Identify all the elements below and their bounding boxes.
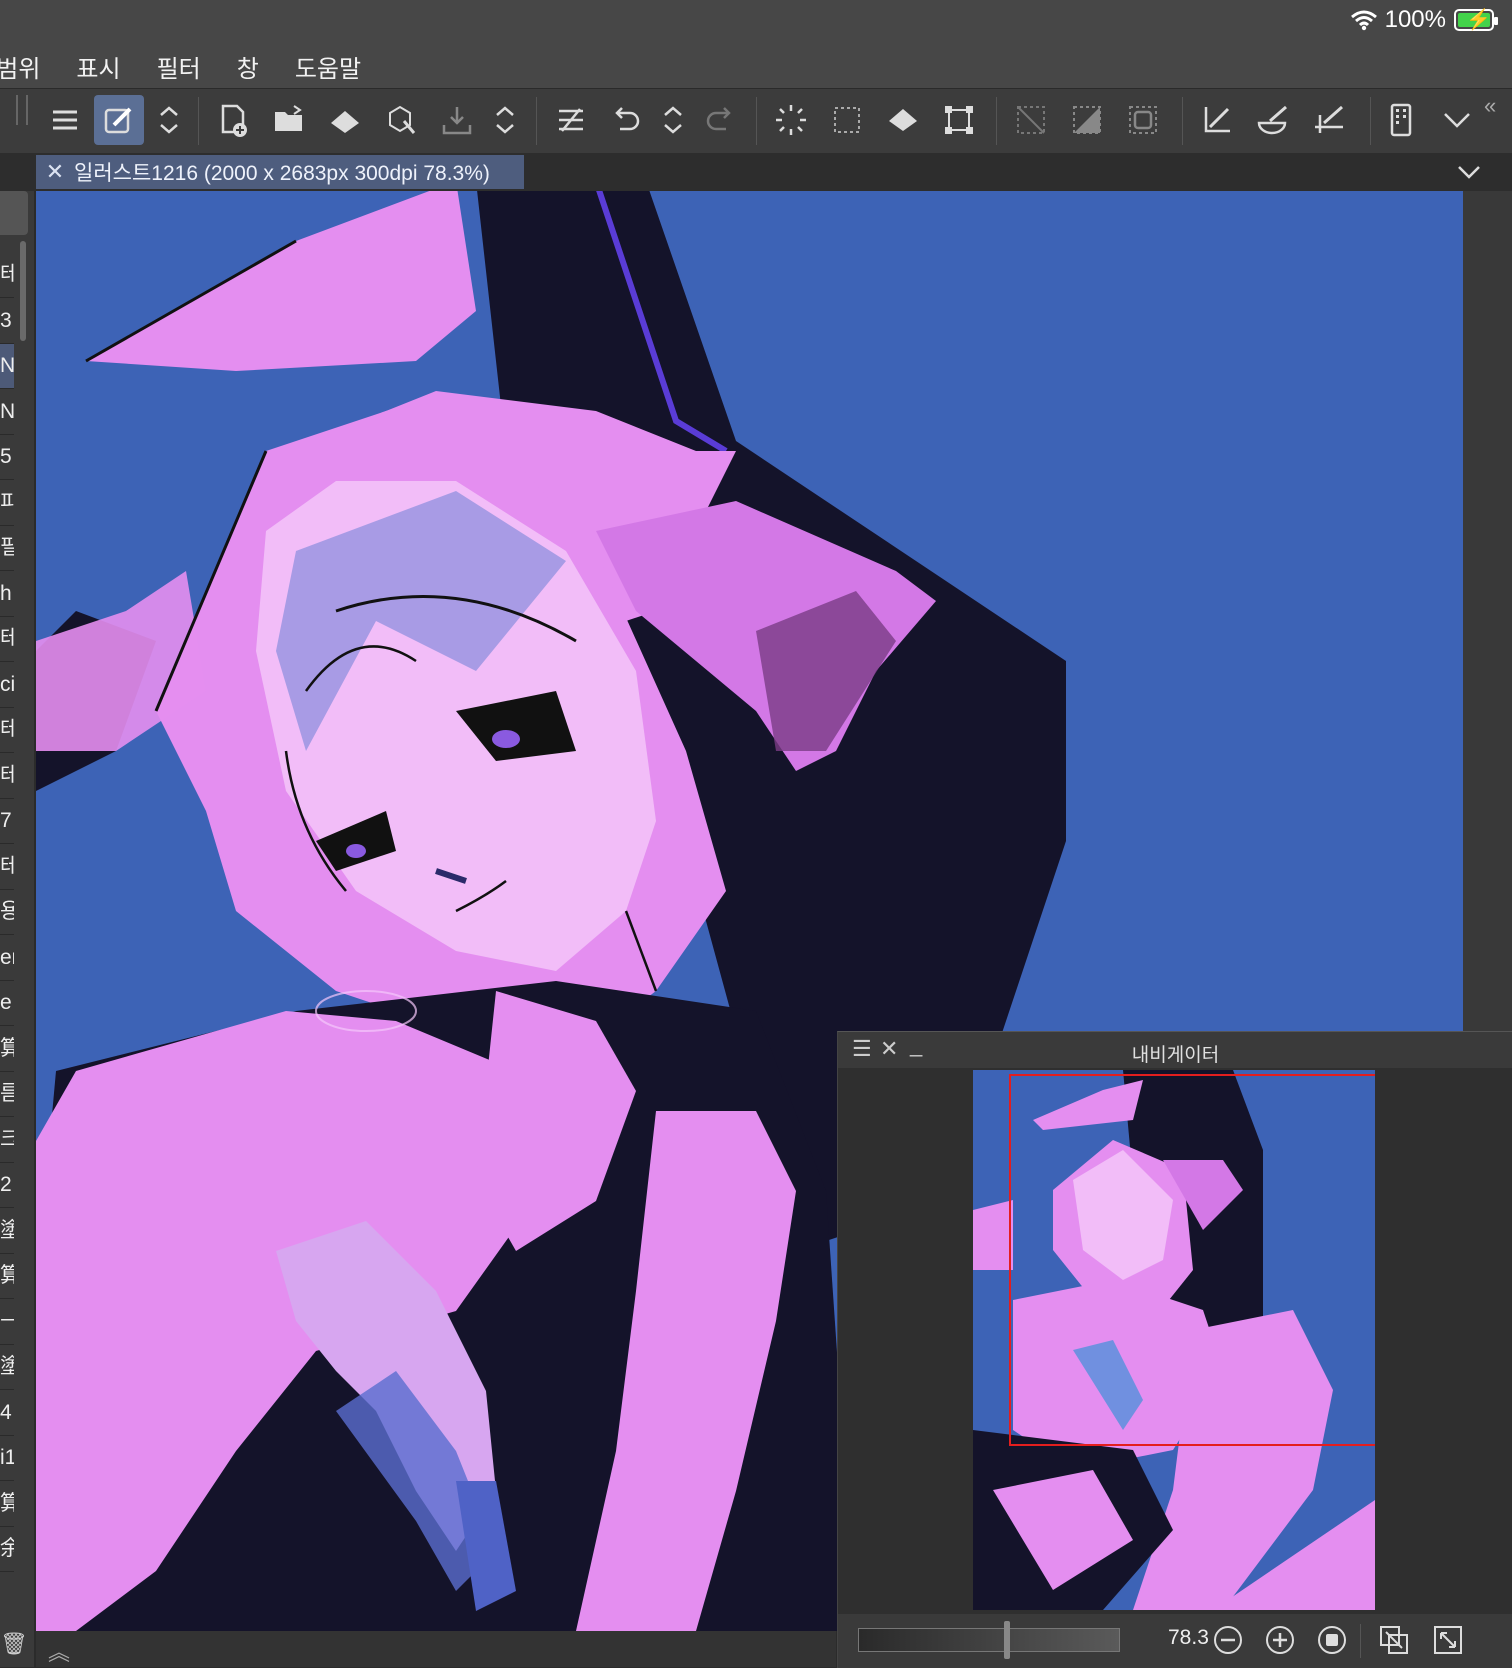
brush-bowl-icon[interactable] <box>1248 95 1298 145</box>
transform-icon[interactable] <box>934 95 984 145</box>
navigator-footer: 78.3 <box>838 1614 1512 1668</box>
invert-selection-icon[interactable] <box>1062 95 1112 145</box>
loading-icon[interactable] <box>766 95 816 145</box>
tool-list-item[interactable]: 테 <box>0 253 14 298</box>
device-icon[interactable] <box>1376 95 1426 145</box>
tool-list-item[interactable]: i1 <box>0 1436 14 1481</box>
new-canvas-icon[interactable] <box>208 95 258 145</box>
tool-list-item[interactable]: 余 <box>0 1527 14 1572</box>
tool-list-item[interactable]: 용 <box>0 890 14 935</box>
tool-list-item[interactable]: 7 <box>0 799 14 844</box>
tool-list-item[interactable]: ㅡ <box>0 1300 14 1345</box>
navigator-preview[interactable] <box>973 1070 1375 1610</box>
tool-list-item[interactable]: 테 <box>0 708 14 753</box>
expand-icon[interactable] <box>480 95 530 145</box>
tool-list-item[interactable]: 름 <box>0 1072 14 1117</box>
status-indicators: 100% ⚡ <box>1350 6 1498 34</box>
scrollbar[interactable] <box>20 241 26 341</box>
ruler-icon[interactable] <box>1192 95 1242 145</box>
menu-item-filter[interactable]: 필터 <box>157 49 201 84</box>
document-title: 일러스트1216 (2000 x 2683px 300dpi 78.3%) <box>74 162 490 185</box>
export-icon[interactable] <box>432 95 482 145</box>
open-folder-icon[interactable] <box>264 95 314 145</box>
tool-list-item[interactable]: 算 <box>0 1254 14 1299</box>
tool-list-item[interactable]: 필 <box>0 526 14 571</box>
tool-group-button[interactable] <box>0 191 28 235</box>
bottom-strip: ︽ <box>36 1631 836 1667</box>
tool-list-item[interactable]: 算 <box>0 1482 14 1527</box>
close-icon[interactable]: ✕ <box>42 159 68 185</box>
expand-icon[interactable] <box>648 95 698 145</box>
layer-icon[interactable] <box>546 95 596 145</box>
undo-icon[interactable] <box>600 95 650 145</box>
tool-list-item[interactable]: er <box>0 936 14 981</box>
tool-property-icon[interactable] <box>94 95 144 145</box>
tool-list-item[interactable]: cil <box>0 663 14 708</box>
tool-list-item[interactable]: 3 <box>0 299 14 344</box>
zoom-slider[interactable] <box>858 1621 1120 1659</box>
tool-list-strip: 테3NN5피필h테cil테테7테용ere算름크2塗算ㅡ塗4i1算余🗑 <box>0 191 34 1667</box>
zoom-slider-thumb[interactable] <box>1004 1621 1010 1659</box>
tool-list-item[interactable]: 塗 <box>0 1209 14 1254</box>
tool-list-item[interactable]: 塗 <box>0 1345 14 1390</box>
menu-icon[interactable] <box>40 95 90 145</box>
viewport-indicator[interactable] <box>1009 1074 1375 1446</box>
tool-list-item[interactable]: e <box>0 981 14 1026</box>
tool-list-item[interactable]: 算 <box>0 1027 14 1072</box>
fill-selection-icon[interactable] <box>878 95 928 145</box>
tool-list-item[interactable]: 테 <box>0 845 14 890</box>
tool-list-item[interactable]: 크 <box>0 1118 14 1163</box>
tool-list-item[interactable]: N <box>0 390 14 435</box>
redo-icon[interactable] <box>696 95 746 145</box>
menu-item-window[interactable]: 창 <box>237 49 259 84</box>
tool-list-item[interactable]: 4 <box>0 1391 14 1436</box>
drag-handle[interactable] <box>16 95 28 125</box>
double-chevron-up-icon[interactable]: ︽ <box>48 1635 70 1667</box>
perspective-ruler-icon[interactable] <box>1304 95 1354 145</box>
expand-icon[interactable] <box>144 95 194 145</box>
wifi-icon <box>1350 10 1377 31</box>
navigator-title: 내비게이터 <box>1131 1045 1220 1066</box>
navigator-header: ☰ ✕ _ 내비게이터 <box>838 1032 1512 1068</box>
selection-border-icon[interactable] <box>1118 95 1168 145</box>
zoom-in-icon[interactable] <box>1262 1622 1298 1658</box>
status-bar: 100% ⚡ <box>0 0 1512 44</box>
stop-icon[interactable] <box>1314 1622 1350 1658</box>
fullscreen-icon[interactable] <box>1430 1622 1466 1658</box>
battery-charging-icon: ⚡ <box>1454 9 1498 31</box>
trash-icon[interactable]: 🗑 <box>0 1631 28 1657</box>
zoom-value: 78.3 <box>1168 1626 1209 1649</box>
tool-list-item[interactable]: 테 <box>0 754 14 799</box>
menu-item-help[interactable]: 도움말 <box>295 49 361 84</box>
tool-list-item[interactable]: 테 <box>0 617 14 662</box>
document-tab[interactable]: ✕ 일러스트1216 (2000 x 2683px 300dpi 78.3%) <box>36 155 524 189</box>
double-chevron-left-icon[interactable]: « <box>1484 93 1496 119</box>
tool-list-item[interactable]: N <box>0 344 14 389</box>
zoom-out-icon[interactable] <box>1210 1622 1246 1658</box>
deselect-icon[interactable] <box>1006 95 1056 145</box>
menu-bar: | 범위 표시 필터 창 도움말 <box>0 44 1512 88</box>
fit-icon[interactable] <box>1376 1622 1412 1658</box>
command-bar: « <box>0 88 1512 154</box>
chevron-down-icon[interactable] <box>1432 95 1482 145</box>
menu-item-view[interactable]: 표시 <box>76 49 120 84</box>
tool-list-item[interactable]: h <box>0 572 14 617</box>
document-tab-bar: ✕ 일러스트1216 (2000 x 2683px 300dpi 78.3%) <box>0 153 1512 191</box>
menu-item-range[interactable]: 범위 <box>0 49 40 84</box>
fill-icon[interactable] <box>320 95 370 145</box>
battery-percent: 100% <box>1384 6 1446 33</box>
navigator-panel: ☰ ✕ _ 내비게이터 78.3 <box>837 1031 1512 1668</box>
3d-select-icon[interactable] <box>376 95 426 145</box>
tool-list-item[interactable]: 2 <box>0 1163 14 1208</box>
select-all-icon[interactable] <box>822 95 872 145</box>
tool-list-item[interactable]: 피 <box>0 481 14 526</box>
tool-list-item[interactable]: 5 <box>0 435 14 480</box>
chevron-down-icon[interactable] <box>1454 157 1484 187</box>
